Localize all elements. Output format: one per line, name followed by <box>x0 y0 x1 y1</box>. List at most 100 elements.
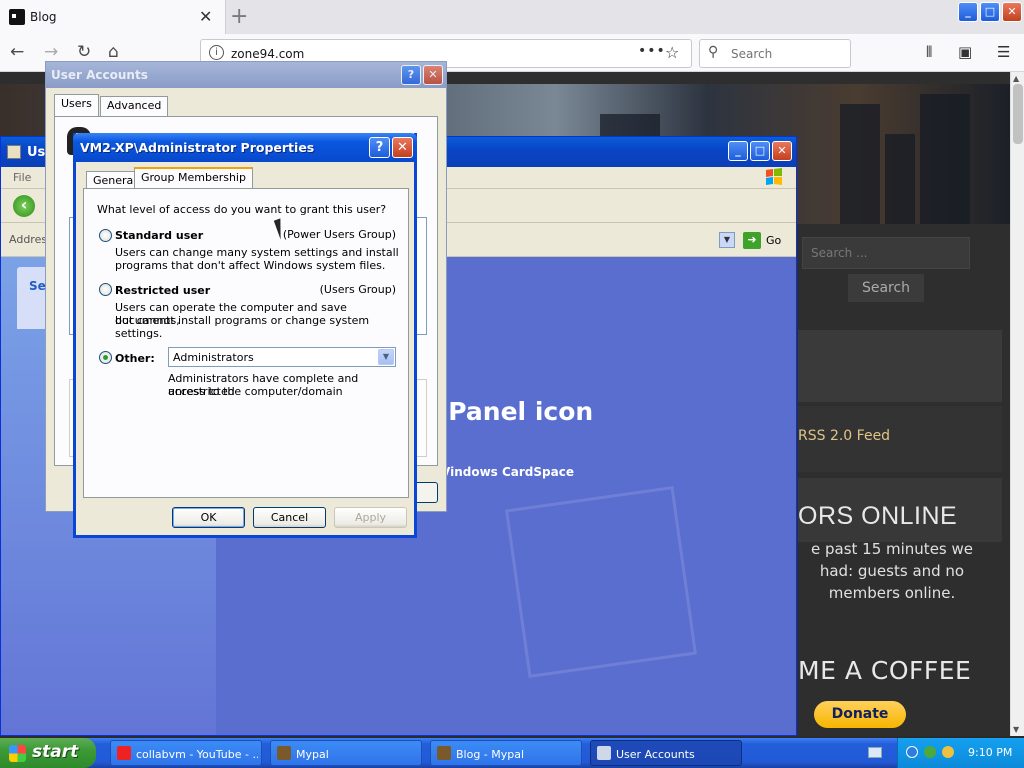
standard-user-group: (Power Users Group) <box>282 228 396 241</box>
group-select[interactable]: Administrators ▼ <box>168 347 396 367</box>
taskbar-item-label: Blog - Mypal <box>456 748 525 761</box>
site-search-placeholder: Search ... <box>811 246 868 260</box>
group-select-value: Administrators <box>173 351 254 364</box>
url-text: zone94.com <box>231 47 305 61</box>
taskbar-item-label: collabvm - YouTube - ... <box>136 748 258 761</box>
home-icon[interactable]: ⌂ <box>108 42 119 62</box>
search-icon: ⚲ <box>708 44 719 60</box>
apply-button[interactable]: Apply <box>334 507 407 528</box>
user-accounts-title: User Accounts <box>51 68 148 82</box>
control-panel-icon <box>7 145 21 159</box>
control-panel-title: Us <box>27 145 46 160</box>
tab-group-membership[interactable]: Group Membership <box>134 167 253 188</box>
donate-button[interactable]: Donate <box>814 701 906 728</box>
maximize-button[interactable]: □ <box>980 2 1000 22</box>
maximize-button[interactable]: □ <box>750 141 770 161</box>
go-arrow-icon[interactable]: ➜ <box>743 232 761 249</box>
close-button[interactable]: ✕ <box>772 141 792 161</box>
taskbar: start collabvm - YouTube - ... Mypal Blo… <box>0 738 1024 768</box>
go-button[interactable]: Go <box>766 234 781 247</box>
browser-tab-bar: Blog ✕ + _ □ ✕ <box>0 0 1024 34</box>
site-search-input[interactable]: Search ... <box>802 237 970 269</box>
tab-close-icon[interactable]: ✕ <box>199 7 212 26</box>
menu-file[interactable]: File <box>13 171 31 184</box>
rss-feed-link[interactable]: RSS 2.0 Feed <box>798 428 890 444</box>
cardspace-link[interactable]: Vindows CardSpace <box>441 465 574 479</box>
reload-icon[interactable]: ↻ <box>77 42 91 62</box>
browser-tab-blog[interactable]: Blog ✕ <box>0 0 226 34</box>
library-icon[interactable]: ⫴ <box>926 43 932 61</box>
taskbar-item-label: Mypal <box>296 748 329 761</box>
taskbar-item-mypal[interactable]: Mypal <box>270 740 422 766</box>
buy-coffee-heading: ME A COFFEE <box>798 656 972 685</box>
scroll-down-icon[interactable]: ▼ <box>1013 725 1019 734</box>
minimize-button[interactable]: _ <box>728 141 748 161</box>
site-favicon-icon <box>9 9 25 25</box>
menu-icon[interactable]: ☰ <box>997 43 1010 61</box>
taskbar-item-blog-mypal[interactable]: Blog - Mypal <box>430 740 582 766</box>
standard-user-desc-2: programs that don't affect Windows syste… <box>115 259 386 272</box>
close-button[interactable]: ✕ <box>423 65 443 85</box>
properties-titlebar[interactable]: VM2-XP\Administrator Properties ? ✕ <box>73 133 417 162</box>
start-button[interactable]: start <box>0 738 96 768</box>
help-button[interactable]: ? <box>401 65 421 85</box>
browser-window-controls: _ □ ✕ <box>958 2 1022 22</box>
user-accounts-icon <box>597 746 611 760</box>
site-info-icon[interactable]: i <box>209 45 224 60</box>
sidebar-icon[interactable]: ▣ <box>958 43 972 61</box>
close-button[interactable]: ✕ <box>1002 2 1022 22</box>
other-radio[interactable] <box>99 351 112 364</box>
minimize-button[interactable]: _ <box>958 2 978 22</box>
taskbar-item-youtube[interactable]: collabvm - YouTube - ... <box>110 740 262 766</box>
user-accounts-titlebar[interactable]: User Accounts ? ✕ <box>46 62 446 88</box>
tab-users[interactable]: Users <box>54 94 99 116</box>
volume-icon[interactable] <box>924 746 936 758</box>
other-desc-2: access to the computer/domain <box>168 385 343 398</box>
page-scrollbar[interactable]: ▲ ▼ <box>1010 72 1024 736</box>
access-question: What level of access do you want to gran… <box>97 203 387 216</box>
cancel-button[interactable]: Cancel <box>253 507 326 528</box>
system-tray: 9:10 PM <box>897 738 1024 768</box>
back-button[interactable]: ‹ <box>13 195 35 217</box>
restricted-user-label[interactable]: Restricted user <box>115 284 210 297</box>
new-tab-button[interactable]: + <box>230 4 248 29</box>
see-also-heading: Se <box>29 279 46 293</box>
tab-title: Blog <box>30 10 57 24</box>
watermark-check-icon <box>504 485 698 679</box>
browser-search-box[interactable]: ⚲ Search <box>699 39 851 68</box>
tab-advanced[interactable]: Advanced <box>100 96 169 116</box>
standard-user-label[interactable]: Standard user <box>115 229 203 242</box>
keyboard-icon[interactable] <box>868 747 882 758</box>
standard-user-radio[interactable] <box>99 229 112 242</box>
forward-arrow-icon[interactable]: → <box>44 42 58 62</box>
ok-button[interactable]: OK <box>172 507 245 528</box>
address-dropdown-icon[interactable]: ▼ <box>719 232 735 248</box>
mypal-icon <box>277 746 291 760</box>
site-search-button[interactable]: Search <box>848 274 924 302</box>
chevron-down-icon[interactable]: ▼ <box>378 349 394 365</box>
mypal-icon <box>437 746 451 760</box>
windows-logo-icon <box>9 745 26 762</box>
close-button[interactable]: ✕ <box>392 137 413 158</box>
page-actions-icon[interactable]: ••• <box>638 43 666 59</box>
back-arrow-icon[interactable]: ← <box>10 42 24 62</box>
browser-search-placeholder: Search <box>731 47 773 61</box>
clock: 9:10 PM <box>968 746 1013 759</box>
visitors-online-heading: ORS ONLINE <box>798 502 958 530</box>
scroll-up-icon[interactable]: ▲ <box>1013 74 1019 83</box>
restricted-user-radio[interactable] <box>99 283 112 296</box>
restricted-user-group: (Users Group) <box>319 283 396 296</box>
start-label: start <box>32 742 79 762</box>
properties-title: VM2-XP\Administrator Properties <box>80 140 315 155</box>
other-label[interactable]: Other: <box>115 352 155 365</box>
bookmark-star-icon[interactable]: ☆ <box>665 43 679 62</box>
network-icon[interactable] <box>906 746 918 758</box>
taskbar-item-user-accounts[interactable]: User Accounts <box>590 740 742 766</box>
search-tray-icon[interactable] <box>942 746 954 758</box>
group-membership-panel: What level of access do you want to gran… <box>83 188 409 498</box>
scrollbar-thumb[interactable] <box>1013 84 1023 144</box>
help-button[interactable]: ? <box>369 137 390 158</box>
taskbar-item-label: User Accounts <box>616 748 695 761</box>
control-panel-heading: l Panel icon <box>431 397 594 426</box>
windows-flag-icon <box>766 168 782 185</box>
